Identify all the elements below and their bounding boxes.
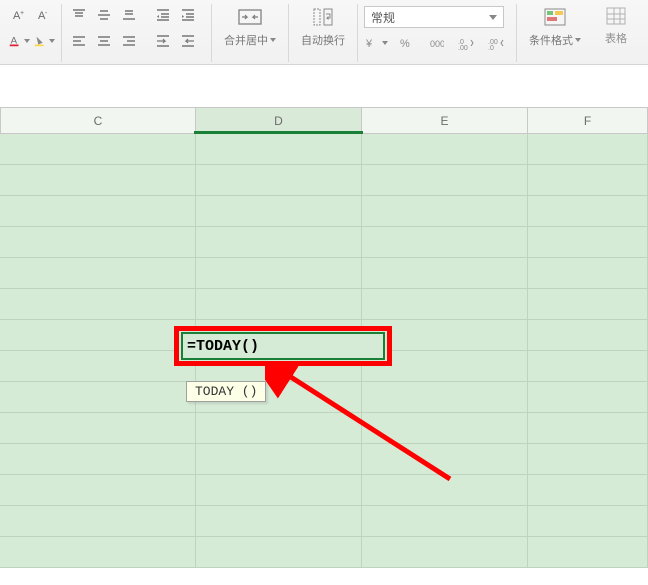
svg-text:-: - (45, 10, 48, 17)
merge-group: 合并居中 (212, 4, 289, 62)
chevron-down-icon (575, 38, 581, 42)
cond-format-group: 条件格式 (517, 4, 593, 62)
merge-label: 合并居中 (224, 32, 268, 48)
function-tooltip: TODAY () (186, 381, 266, 402)
svg-text:.00: .00 (458, 45, 468, 50)
column-header-c[interactable]: C (0, 107, 196, 134)
merge-icon (237, 6, 263, 28)
align-right-icon[interactable] (118, 30, 140, 52)
number-format-value: 常规 (371, 9, 395, 26)
align-center-icon[interactable] (93, 30, 115, 52)
wrap-label: 自动换行 (301, 32, 345, 48)
ribbon-toolbar: A+ A- A (0, 0, 648, 65)
conditional-format-button[interactable]: 条件格式 (523, 4, 587, 48)
editing-cell-highlight: =TODAY() (174, 326, 392, 366)
spreadsheet-area: C D E F =TODAY() TODAY () (0, 107, 648, 568)
table-format-group: 表格 (593, 4, 633, 62)
svg-text:.0: .0 (488, 45, 494, 50)
cond-format-icon (542, 6, 568, 28)
decrease-indent-icon[interactable] (152, 4, 174, 26)
increase-decimal-icon[interactable]: .0.00 (454, 32, 480, 54)
wrap-icon (310, 6, 336, 28)
chevron-down-icon (489, 15, 497, 20)
cond-format-label: 条件格式 (529, 32, 573, 48)
right-to-left-icon[interactable] (177, 30, 199, 52)
fill-color-icon[interactable] (33, 30, 55, 52)
svg-text:¥: ¥ (366, 38, 373, 50)
font-group: A+ A- A (0, 4, 62, 62)
increase-indent-icon[interactable] (177, 4, 199, 26)
align-bottom-icon[interactable] (118, 4, 140, 26)
decrease-font-icon[interactable]: A- (33, 4, 55, 26)
table-format-button[interactable]: 表格 (599, 4, 633, 46)
svg-text:%: % (400, 38, 410, 50)
left-to-right-icon[interactable] (152, 30, 174, 52)
align-left-icon[interactable] (68, 30, 90, 52)
alignment-group (62, 4, 212, 62)
column-headers: C D E F (0, 107, 648, 134)
chevron-down-icon (270, 38, 276, 42)
column-header-d[interactable]: D (196, 107, 362, 134)
currency-icon[interactable]: ¥ (364, 32, 390, 54)
align-middle-icon[interactable] (93, 4, 115, 26)
table-icon (605, 6, 627, 26)
percent-icon[interactable]: % (394, 32, 420, 54)
svg-text:000: 000 (430, 39, 444, 49)
number-format-group: 常规 ¥ % 000 .0.00 .00.0 (358, 4, 517, 62)
table-format-label: 表格 (605, 30, 627, 46)
column-header-f[interactable]: F (528, 107, 648, 134)
wrap-group: 自动换行 (289, 4, 358, 62)
comma-style-icon[interactable]: 000 (424, 32, 450, 54)
decrease-decimal-icon[interactable]: .00.0 (484, 32, 510, 54)
svg-text:+: + (20, 10, 24, 17)
column-header-e[interactable]: E (362, 107, 528, 134)
cell-grid[interactable]: =TODAY() TODAY () (0, 134, 648, 568)
merge-center-button[interactable]: 合并居中 (218, 4, 282, 48)
increase-font-icon[interactable]: A+ (8, 4, 30, 26)
font-color-icon[interactable]: A (8, 30, 30, 52)
wrap-text-button[interactable]: 自动换行 (295, 4, 351, 48)
align-top-icon[interactable] (68, 4, 90, 26)
editing-cell-formula[interactable]: =TODAY() (187, 338, 259, 355)
number-format-select[interactable]: 常规 (364, 6, 504, 28)
